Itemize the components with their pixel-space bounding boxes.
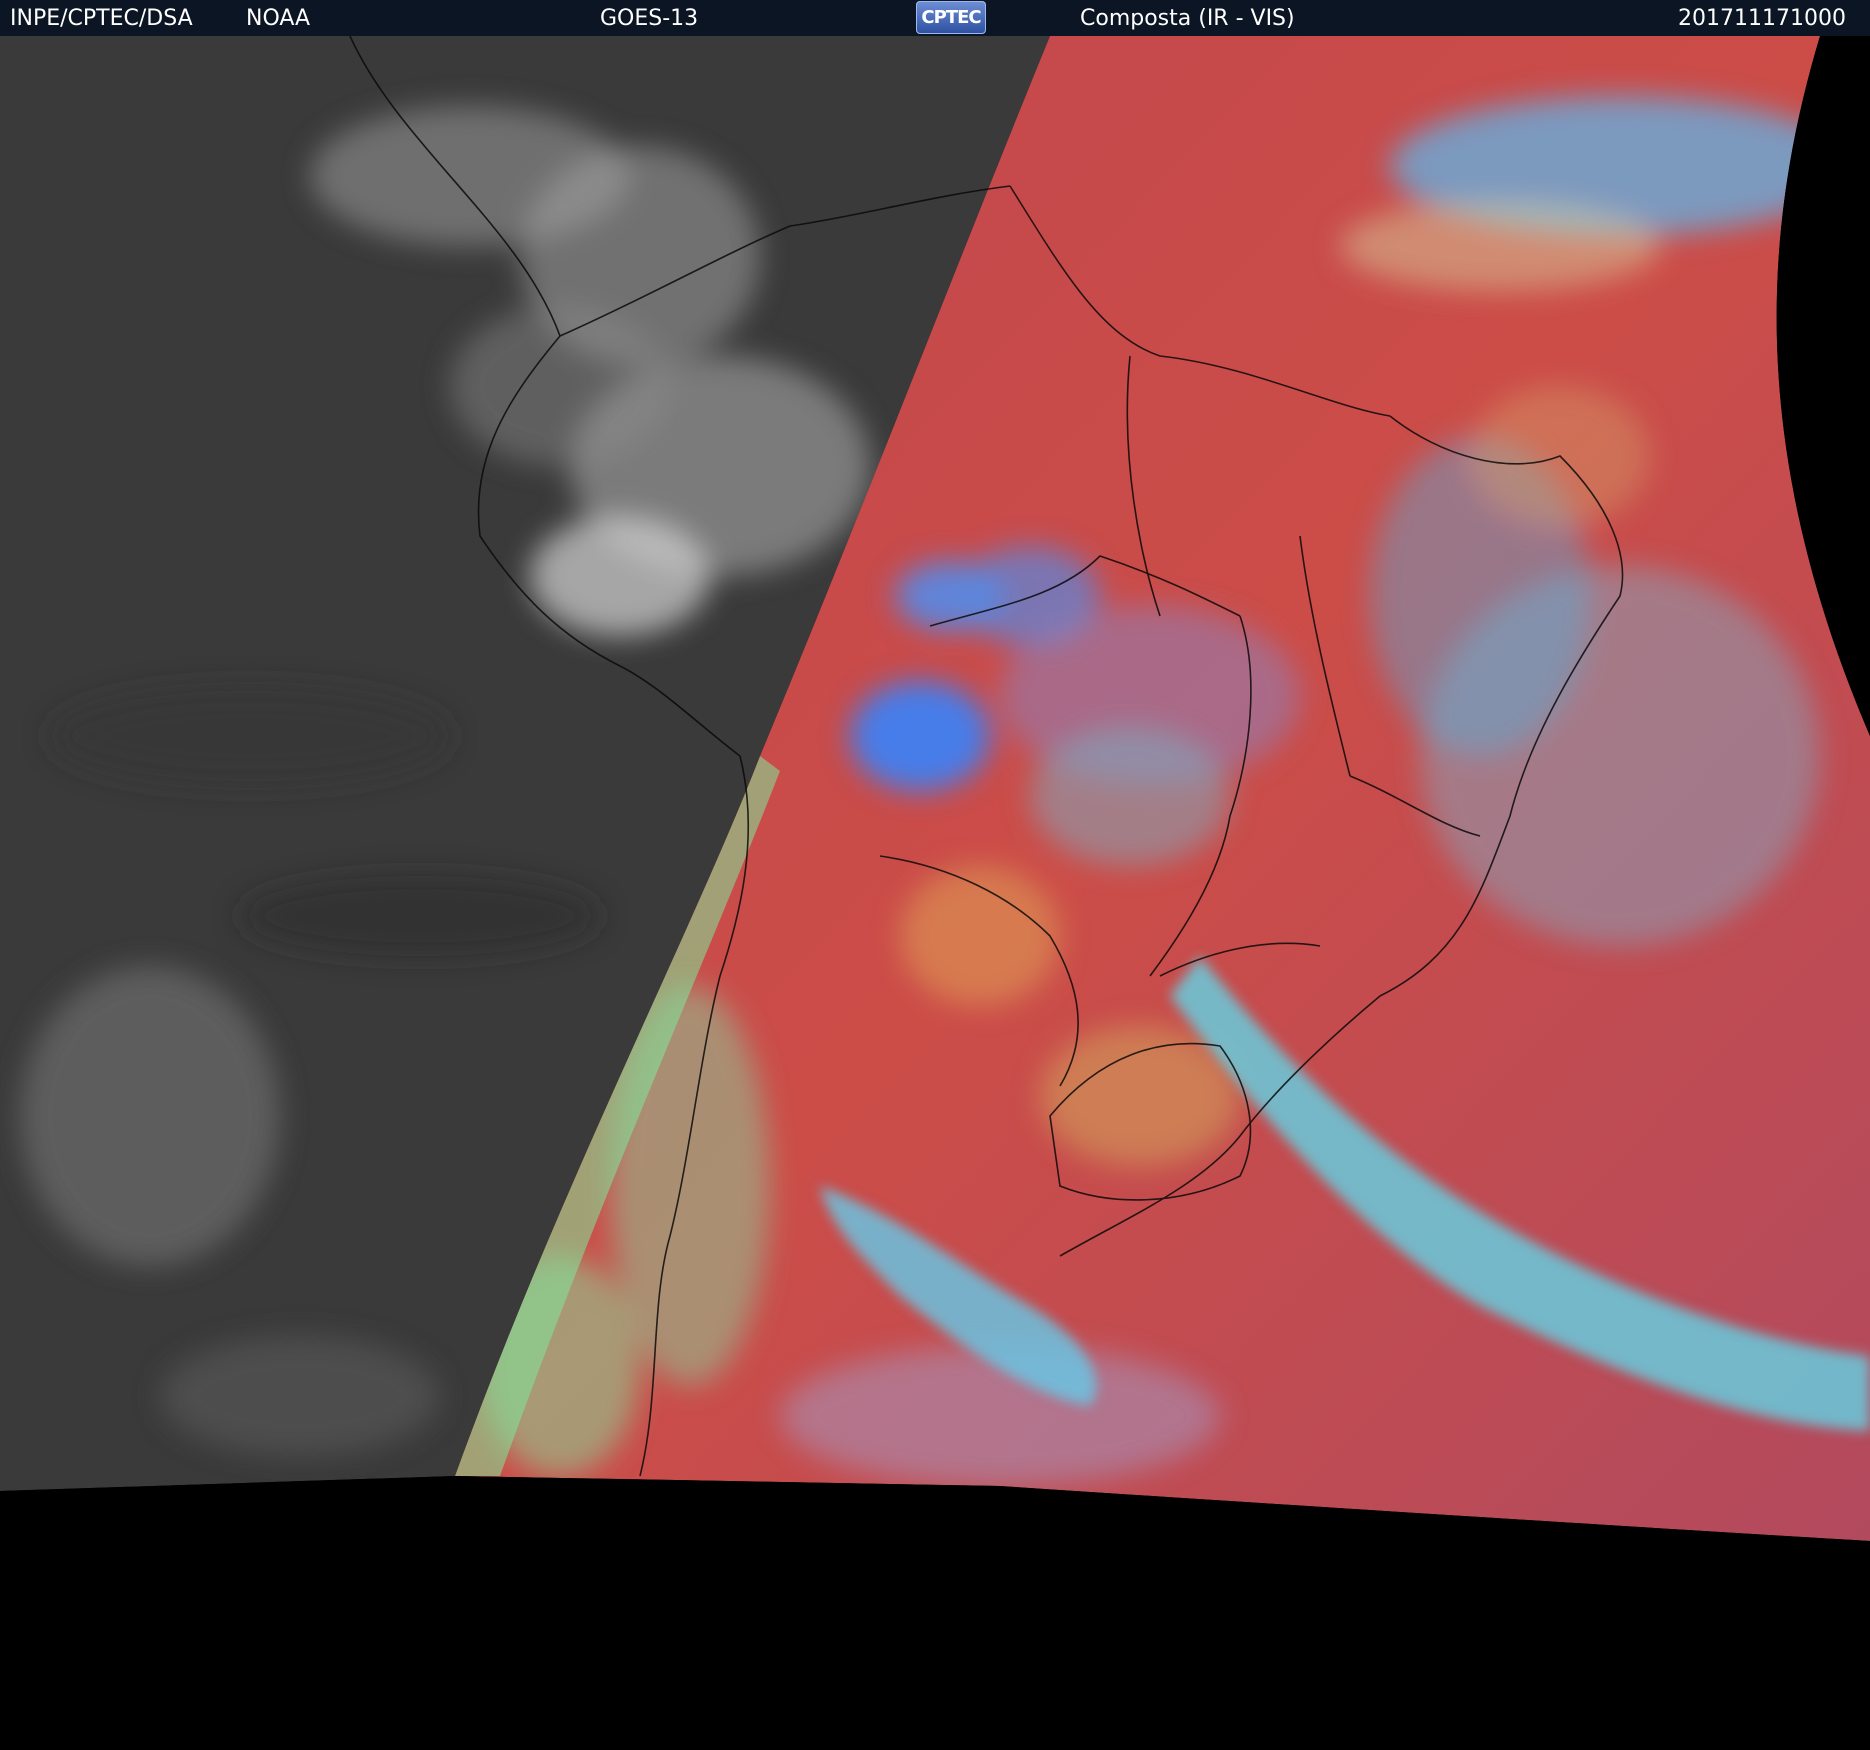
logo-text: CPTEC: [921, 7, 981, 28]
satellite-label: GOES-13: [600, 6, 699, 31]
timestamp-label: 201711171000: [1678, 6, 1846, 31]
satellite-composite-map: [0, 36, 1870, 1750]
cptec-logo-icon: CPTEC: [916, 1, 986, 34]
image-header-bar: INPE/CPTEC/DSA NOAA GOES-13 CPTEC Compos…: [0, 0, 1870, 36]
product-label: Composta (IR - VIS): [1080, 6, 1295, 31]
organization-label: INPE/CPTEC/DSA: [10, 6, 193, 31]
agency-label: NOAA: [246, 6, 311, 31]
